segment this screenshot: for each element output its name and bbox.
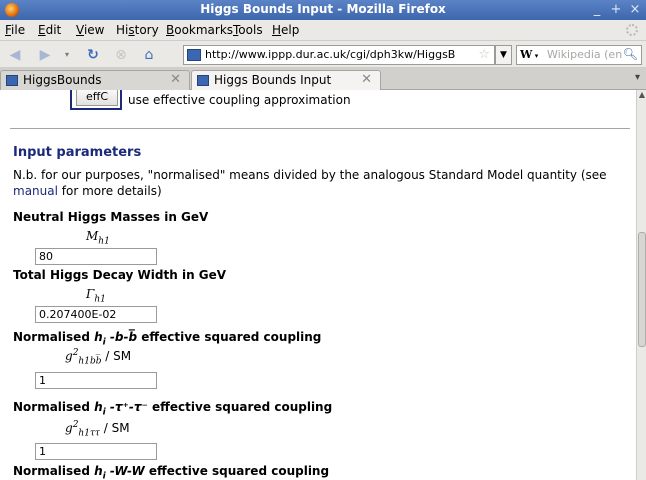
scroll-up-arrow-icon[interactable]: ▲ xyxy=(637,90,646,102)
back-arrow-icon: ◀ xyxy=(9,47,21,63)
menu-tools[interactable]: Tools xyxy=(233,23,263,37)
close-tab-icon[interactable]: ✕ xyxy=(170,72,181,87)
input-parameters-heading: Input parameters xyxy=(13,145,142,160)
ww-coupling-heading: Normalised hi -W-W effective squared cou… xyxy=(13,464,330,480)
menu-bar: File Edit View History Bookmarks Tools H… xyxy=(0,20,646,41)
list-all-tabs-icon[interactable]: ▾ xyxy=(635,72,640,83)
masses-heading: Neutral Higgs Masses in GeV xyxy=(13,210,209,224)
ww-heading-symbol: hi -W-W xyxy=(94,464,145,480)
tab-higgs-bounds-input[interactable]: Higgs Bounds Input ✕ xyxy=(191,70,381,90)
stop-button[interactable]: ⊗ xyxy=(112,46,130,64)
forward-arrow-icon: ▶ xyxy=(39,47,51,63)
tab-bar: HiggsBounds ✕ Higgs Bounds Input ✕ ▾ xyxy=(0,68,646,90)
tau-symbol: g2h1ττ / SM xyxy=(65,420,130,439)
chevron-down-icon: ▾ xyxy=(532,51,539,60)
menu-file[interactable]: File xyxy=(5,23,25,37)
menu-view[interactable]: View xyxy=(76,23,104,37)
menu-history[interactable]: History xyxy=(116,23,159,37)
width-h1-input[interactable]: 0.207400E-02 xyxy=(35,306,157,323)
window-title: Higgs Bounds Input - Mozilla Firefox xyxy=(200,2,446,16)
reload-icon: ↻ xyxy=(87,47,99,63)
tab-label: HiggsBounds xyxy=(23,73,102,87)
bb-coupling-heading: Normalised hi -b-b̅ effective squared co… xyxy=(13,330,322,348)
tab-favicon-icon xyxy=(6,75,18,86)
width-symbol: Γh1 xyxy=(86,287,106,305)
mass-h1-input[interactable]: 80 xyxy=(35,248,157,265)
tab-label: Higgs Bounds Input xyxy=(214,73,332,87)
chevron-down-icon: ▼ xyxy=(500,50,507,60)
menu-help[interactable]: Help xyxy=(272,23,299,37)
close-tab-icon[interactable]: ✕ xyxy=(361,72,372,87)
maximize-button[interactable]: + xyxy=(608,2,624,17)
scrollbar-thumb[interactable] xyxy=(638,232,646,347)
url-history-dropdown[interactable]: ▼ xyxy=(495,45,512,65)
mass-symbol: Mh1 xyxy=(86,229,110,247)
page-content: effC use effective coupling approximatio… xyxy=(0,90,636,480)
bb-coupling-input[interactable]: 1 xyxy=(35,372,157,389)
site-favicon-icon xyxy=(187,49,201,61)
stop-icon: ⊗ xyxy=(115,47,127,63)
navigation-toolbar: ◀ ▶ ▾ ↻ ⊗ ⌂ http://www.ippp.dur.ac.uk/cg… xyxy=(0,41,646,68)
search-bar[interactable]: W ▾ Wikipedia (en) 🔍︎ xyxy=(516,45,642,65)
tau-coupling-heading: Normalised hi -τ⁺-τ⁻ effective squared c… xyxy=(13,400,333,418)
url-bar[interactable]: http://www.ippp.dur.ac.uk/cgi/dph3kw/Hig… xyxy=(183,45,495,65)
menu-bookmarks[interactable]: Bookmarks xyxy=(166,23,233,37)
bookmark-star-icon[interactable]: ☆ xyxy=(478,47,490,62)
back-button[interactable]: ◀ xyxy=(6,46,24,64)
normalisation-note: N.b. for our purposes, "normalised" mean… xyxy=(13,168,607,198)
menu-edit[interactable]: Edit xyxy=(38,23,61,37)
chevron-down-icon: ▾ xyxy=(64,50,69,59)
width-heading: Total Higgs Decay Width in GeV xyxy=(13,268,227,282)
home-icon: ⌂ xyxy=(144,47,154,63)
search-input[interactable]: Wikipedia (en) xyxy=(547,48,623,61)
activity-throbber-icon xyxy=(626,24,638,36)
tau-coupling-input[interactable]: 1 xyxy=(35,443,157,460)
close-window-button[interactable]: × xyxy=(627,2,643,17)
bb-heading-symbol: hi -b-b̅ xyxy=(94,330,138,348)
forward-button[interactable]: ▶ xyxy=(36,46,54,64)
minimize-button[interactable]: _ xyxy=(589,2,605,17)
effc-highlight-box: effC xyxy=(70,90,122,110)
effc-label: use effective coupling approximation xyxy=(128,93,351,107)
manual-link[interactable]: manual xyxy=(13,184,58,198)
history-dropdown-button[interactable]: ▾ xyxy=(58,46,76,64)
effc-button[interactable]: effC xyxy=(76,90,118,106)
tab-higgsbounds[interactable]: HiggsBounds ✕ xyxy=(0,70,190,90)
home-button[interactable]: ⌂ xyxy=(140,46,158,64)
reload-button[interactable]: ↻ xyxy=(84,46,102,64)
search-engine-selector[interactable]: W ▾ xyxy=(520,48,538,61)
url-text[interactable]: http://www.ippp.dur.ac.uk/cgi/dph3kw/Hig… xyxy=(205,48,455,61)
tau-heading-symbol: hi -τ⁺-τ⁻ xyxy=(94,400,148,418)
tab-favicon-icon xyxy=(197,75,209,86)
divider xyxy=(10,128,630,129)
search-icon[interactable]: 🔍︎ xyxy=(623,47,638,61)
title-bar: Higgs Bounds Input - Mozilla Firefox _ +… xyxy=(0,0,646,20)
bb-symbol: g2h1bb̅ / SM xyxy=(65,348,132,367)
vertical-scrollbar[interactable]: ▲ xyxy=(636,90,646,480)
